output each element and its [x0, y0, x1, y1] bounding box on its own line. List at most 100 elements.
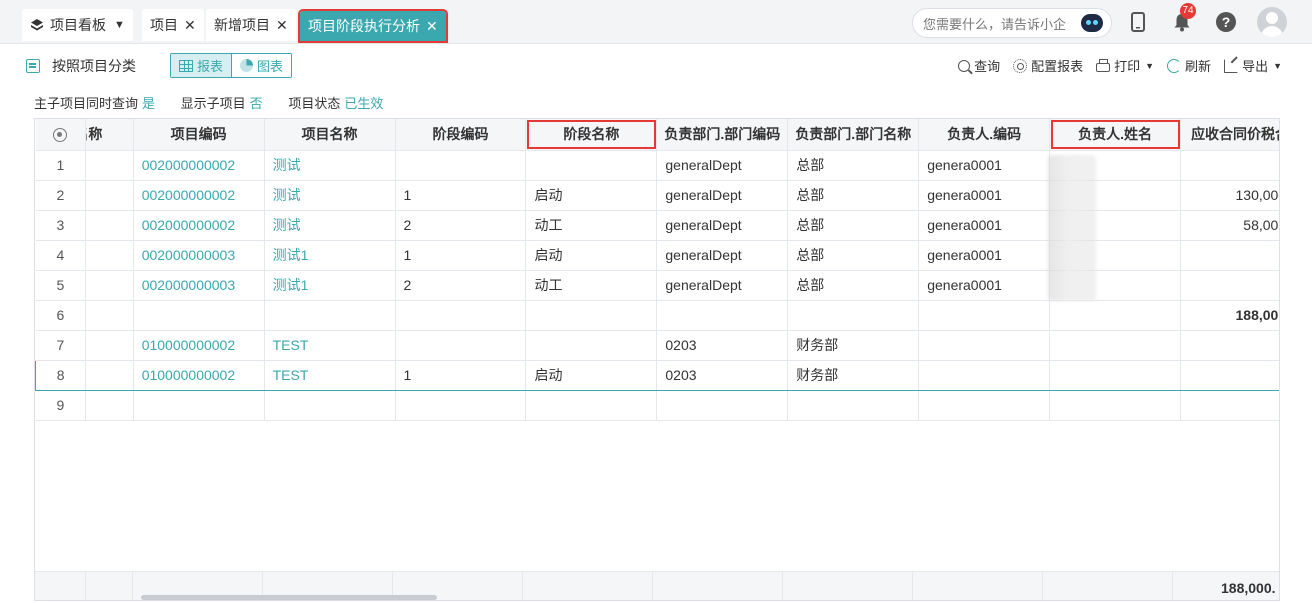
- horizontal-scrollbar[interactable]: [141, 595, 437, 600]
- table-cell: [525, 390, 658, 421]
- column-header[interactable]: 负责人.编码: [918, 119, 1051, 151]
- top-tab-bar: 项目看板 ▼ 项目 ✕ 新增项目 ✕ 项目阶段执行分析 ✕ 您需要什么，请告诉小…: [0, 0, 1312, 44]
- table-cell-link[interactable]: [133, 300, 265, 331]
- column-settings[interactable]: [35, 119, 87, 151]
- refresh-icon: [1167, 58, 1182, 73]
- table-cell-link[interactable]: 002000000002: [133, 150, 265, 181]
- assistant-bot-icon[interactable]: [1081, 14, 1103, 32]
- table-cell: [1049, 359, 1182, 391]
- filter-value[interactable]: 是: [142, 96, 155, 111]
- table-cell-link[interactable]: TEST: [264, 330, 396, 361]
- print-button[interactable]: 打印 ▼: [1096, 56, 1154, 75]
- column-header[interactable]: 名称: [85, 119, 134, 151]
- gear-icon: [53, 127, 68, 142]
- table-cell: [525, 300, 658, 331]
- table-cell-link[interactable]: [264, 390, 396, 421]
- table-cell: [1049, 300, 1182, 331]
- column-header[interactable]: 负责部门.部门名称: [787, 119, 920, 151]
- classify-label: 按照项目分类: [52, 58, 136, 74]
- refresh-button[interactable]: 刷新: [1167, 56, 1211, 75]
- help-icon[interactable]: ?: [1214, 10, 1238, 34]
- column-header-highlighted[interactable]: 负责人.姓名: [1049, 119, 1182, 151]
- table-cell-link[interactable]: 010000000002: [133, 330, 265, 361]
- close-icon[interactable]: ✕: [276, 17, 288, 34]
- tab-label: 项目看板: [50, 17, 106, 33]
- table-cell: generalDept: [656, 210, 789, 241]
- table-cell: 58,000.: [1180, 210, 1279, 241]
- table-cell: [656, 390, 789, 421]
- filter-value[interactable]: 已生效: [344, 96, 383, 111]
- assistant-search-input[interactable]: 您需要什么，请告诉小企: [912, 8, 1112, 38]
- table-cell-link[interactable]: 测试: [264, 210, 396, 241]
- table-row[interactable]: 8 010000000002 TEST 1 启动 0203 财务部: [35, 359, 1279, 391]
- search-placeholder: 您需要什么，请告诉小企: [923, 16, 1067, 32]
- table-row[interactable]: 6 188,000.: [35, 300, 1279, 331]
- column-header[interactable]: 应收合同价税合计: [1180, 119, 1279, 151]
- table-cell: 启动: [525, 240, 658, 271]
- tab-project[interactable]: 项目 ✕: [142, 9, 204, 41]
- table-cell: [85, 330, 134, 361]
- table-cell-link[interactable]: 010000000002: [133, 359, 265, 391]
- report-view-button[interactable]: 报表: [171, 54, 233, 77]
- layers-icon: [31, 19, 43, 31]
- redacted-names: [1048, 155, 1096, 301]
- tab-stage-analysis[interactable]: 项目阶段执行分析 ✕: [298, 9, 448, 43]
- table-cell: 0203: [656, 330, 789, 361]
- table-cell: [525, 150, 658, 181]
- table-row[interactable]: 7 010000000002 TEST 0203 财务部: [35, 330, 1279, 361]
- table-cell: [1180, 330, 1279, 361]
- caret-down-icon[interactable]: ▼: [1145, 61, 1154, 71]
- filter-label: 显示子项目: [180, 96, 246, 111]
- tab-project-board[interactable]: 项目看板 ▼: [22, 9, 133, 41]
- mobile-icon[interactable]: [1126, 10, 1150, 34]
- row-number: 4: [35, 240, 87, 271]
- table-cell-link[interactable]: 测试: [264, 180, 396, 211]
- table-cell-link[interactable]: 002000000002: [133, 180, 265, 211]
- tab-new-project[interactable]: 新增项目 ✕: [206, 9, 296, 41]
- table-cell-link[interactable]: TEST: [264, 359, 396, 391]
- table-cell-link[interactable]: [264, 300, 396, 331]
- table-cell-link[interactable]: 测试: [264, 150, 396, 181]
- export-button[interactable]: 导出 ▼: [1224, 56, 1282, 75]
- table-cell-link[interactable]: [133, 390, 265, 421]
- table-cell: [395, 300, 527, 331]
- table-cell: [787, 390, 920, 421]
- table-cell-link[interactable]: 测试1: [264, 270, 396, 301]
- table-header-row: 名称 项目编码 项目名称 阶段编码 阶段名称 负责部门.部门编码 负责部门.部门…: [35, 119, 1279, 151]
- table-cell: [1180, 270, 1279, 301]
- toolbar-actions: 查询 配置报表 打印 ▼ 刷新 导出 ▼: [945, 56, 1282, 75]
- filter-value[interactable]: 否: [250, 96, 263, 111]
- column-header[interactable]: 负责部门.部门编码: [656, 119, 789, 151]
- pie-chart-icon: [240, 59, 254, 72]
- table-cell-link[interactable]: 002000000003: [133, 270, 265, 301]
- avatar[interactable]: [1257, 7, 1287, 37]
- close-icon[interactable]: ✕: [184, 17, 196, 34]
- table-row[interactable]: 9: [35, 390, 1279, 421]
- table-cell: generalDept: [656, 180, 789, 211]
- classify-by-project[interactable]: 按照项目分类: [26, 56, 136, 76]
- caret-down-icon[interactable]: ▼: [1273, 61, 1282, 71]
- table-cell: 动工: [525, 210, 658, 241]
- table-cell: [1049, 390, 1182, 421]
- row-number: 7: [35, 330, 87, 361]
- table-cell-link[interactable]: 002000000003: [133, 240, 265, 271]
- chart-view-button[interactable]: 图表: [232, 54, 292, 77]
- query-button[interactable]: 查询: [958, 56, 1000, 75]
- config-report-button[interactable]: 配置报表: [1013, 56, 1083, 75]
- export-icon: [1224, 58, 1239, 73]
- table-cell: [395, 390, 527, 421]
- table-cell: genera0001: [918, 210, 1051, 241]
- column-header[interactable]: 阶段编码: [395, 119, 527, 151]
- table-cell: genera0001: [918, 150, 1051, 181]
- close-icon[interactable]: ✕: [426, 18, 438, 35]
- table-cell: 财务部: [787, 359, 920, 391]
- table-cell-link[interactable]: 测试1: [264, 240, 396, 271]
- column-header-highlighted[interactable]: 阶段名称: [525, 119, 658, 151]
- table-cell-link[interactable]: 002000000002: [133, 210, 265, 241]
- table-cell: 2: [395, 270, 527, 301]
- row-number: 9: [35, 390, 87, 421]
- caret-down-icon[interactable]: ▼: [114, 19, 125, 31]
- column-header[interactable]: 项目编码: [133, 119, 265, 151]
- table-cell: [1049, 330, 1182, 361]
- column-header[interactable]: 项目名称: [264, 119, 396, 151]
